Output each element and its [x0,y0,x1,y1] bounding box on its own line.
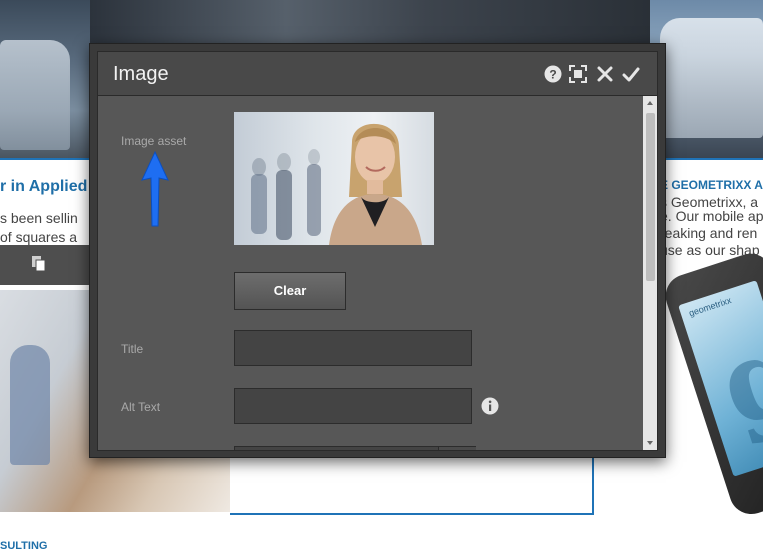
component-toolbar [0,245,90,285]
image-asset-thumbnail[interactable] [234,112,434,245]
article-text-line: s been sellin [0,210,78,226]
info-icon[interactable] [481,397,499,415]
portrait-image [251,123,422,245]
phone-brand-text: geometrixx [687,295,733,319]
footer-heading[interactable]: SULTING [0,540,47,552]
divider-line [0,158,90,160]
dialog-body: Image asset Clear Title Alt Text [98,96,643,450]
scroll-up-icon[interactable] [643,96,657,110]
dialog-scrollbar[interactable] [643,96,657,450]
dialog-header: Image ? [98,52,657,96]
article-photo-person [10,345,50,465]
scrollbar-thumb[interactable] [646,113,655,281]
annotation-arrow-icon [141,150,169,227]
article-heading-left[interactable]: r in Applied [0,178,87,196]
fullscreen-icon[interactable] [569,65,587,83]
copy-icon[interactable] [30,255,48,273]
hero-car-left [0,40,70,150]
alt-text-field[interactable] [234,388,472,424]
phone-logo-letter: g [704,304,763,452]
article-text-line: of squares a [0,229,78,245]
close-icon[interactable] [596,65,614,83]
hero-image-top [90,0,650,45]
clear-button[interactable]: Clear [234,272,346,310]
title-field[interactable] [234,330,472,366]
title-input[interactable] [235,331,471,365]
alt-text-input[interactable] [235,389,471,423]
svg-text:?: ? [549,68,556,82]
scroll-down-icon[interactable] [643,436,657,450]
dialog-title: Image [113,63,169,85]
divider-line [655,158,763,160]
content-box-border [230,455,594,515]
check-icon[interactable] [622,65,640,83]
title-label: Title [121,342,144,356]
image-dialog: Image ? Image asset Clear Title Alt Text [97,51,658,451]
help-icon[interactable]: ? [544,65,562,83]
article-heading-right[interactable]: E GEOMETRIXX A [660,178,763,192]
hero-car-right [660,18,763,138]
phone-screen: geometrixx g [678,280,763,477]
alt-text-label: Alt Text [121,400,161,414]
select-dropdown-button[interactable] [438,447,476,450]
image-dialog-frame: Image ? Image asset Clear Title Alt Text [89,43,666,458]
image-asset-label: Image asset [121,134,187,148]
phone-image: geometrixx g [660,248,763,520]
partial-select-field[interactable] [234,446,476,450]
